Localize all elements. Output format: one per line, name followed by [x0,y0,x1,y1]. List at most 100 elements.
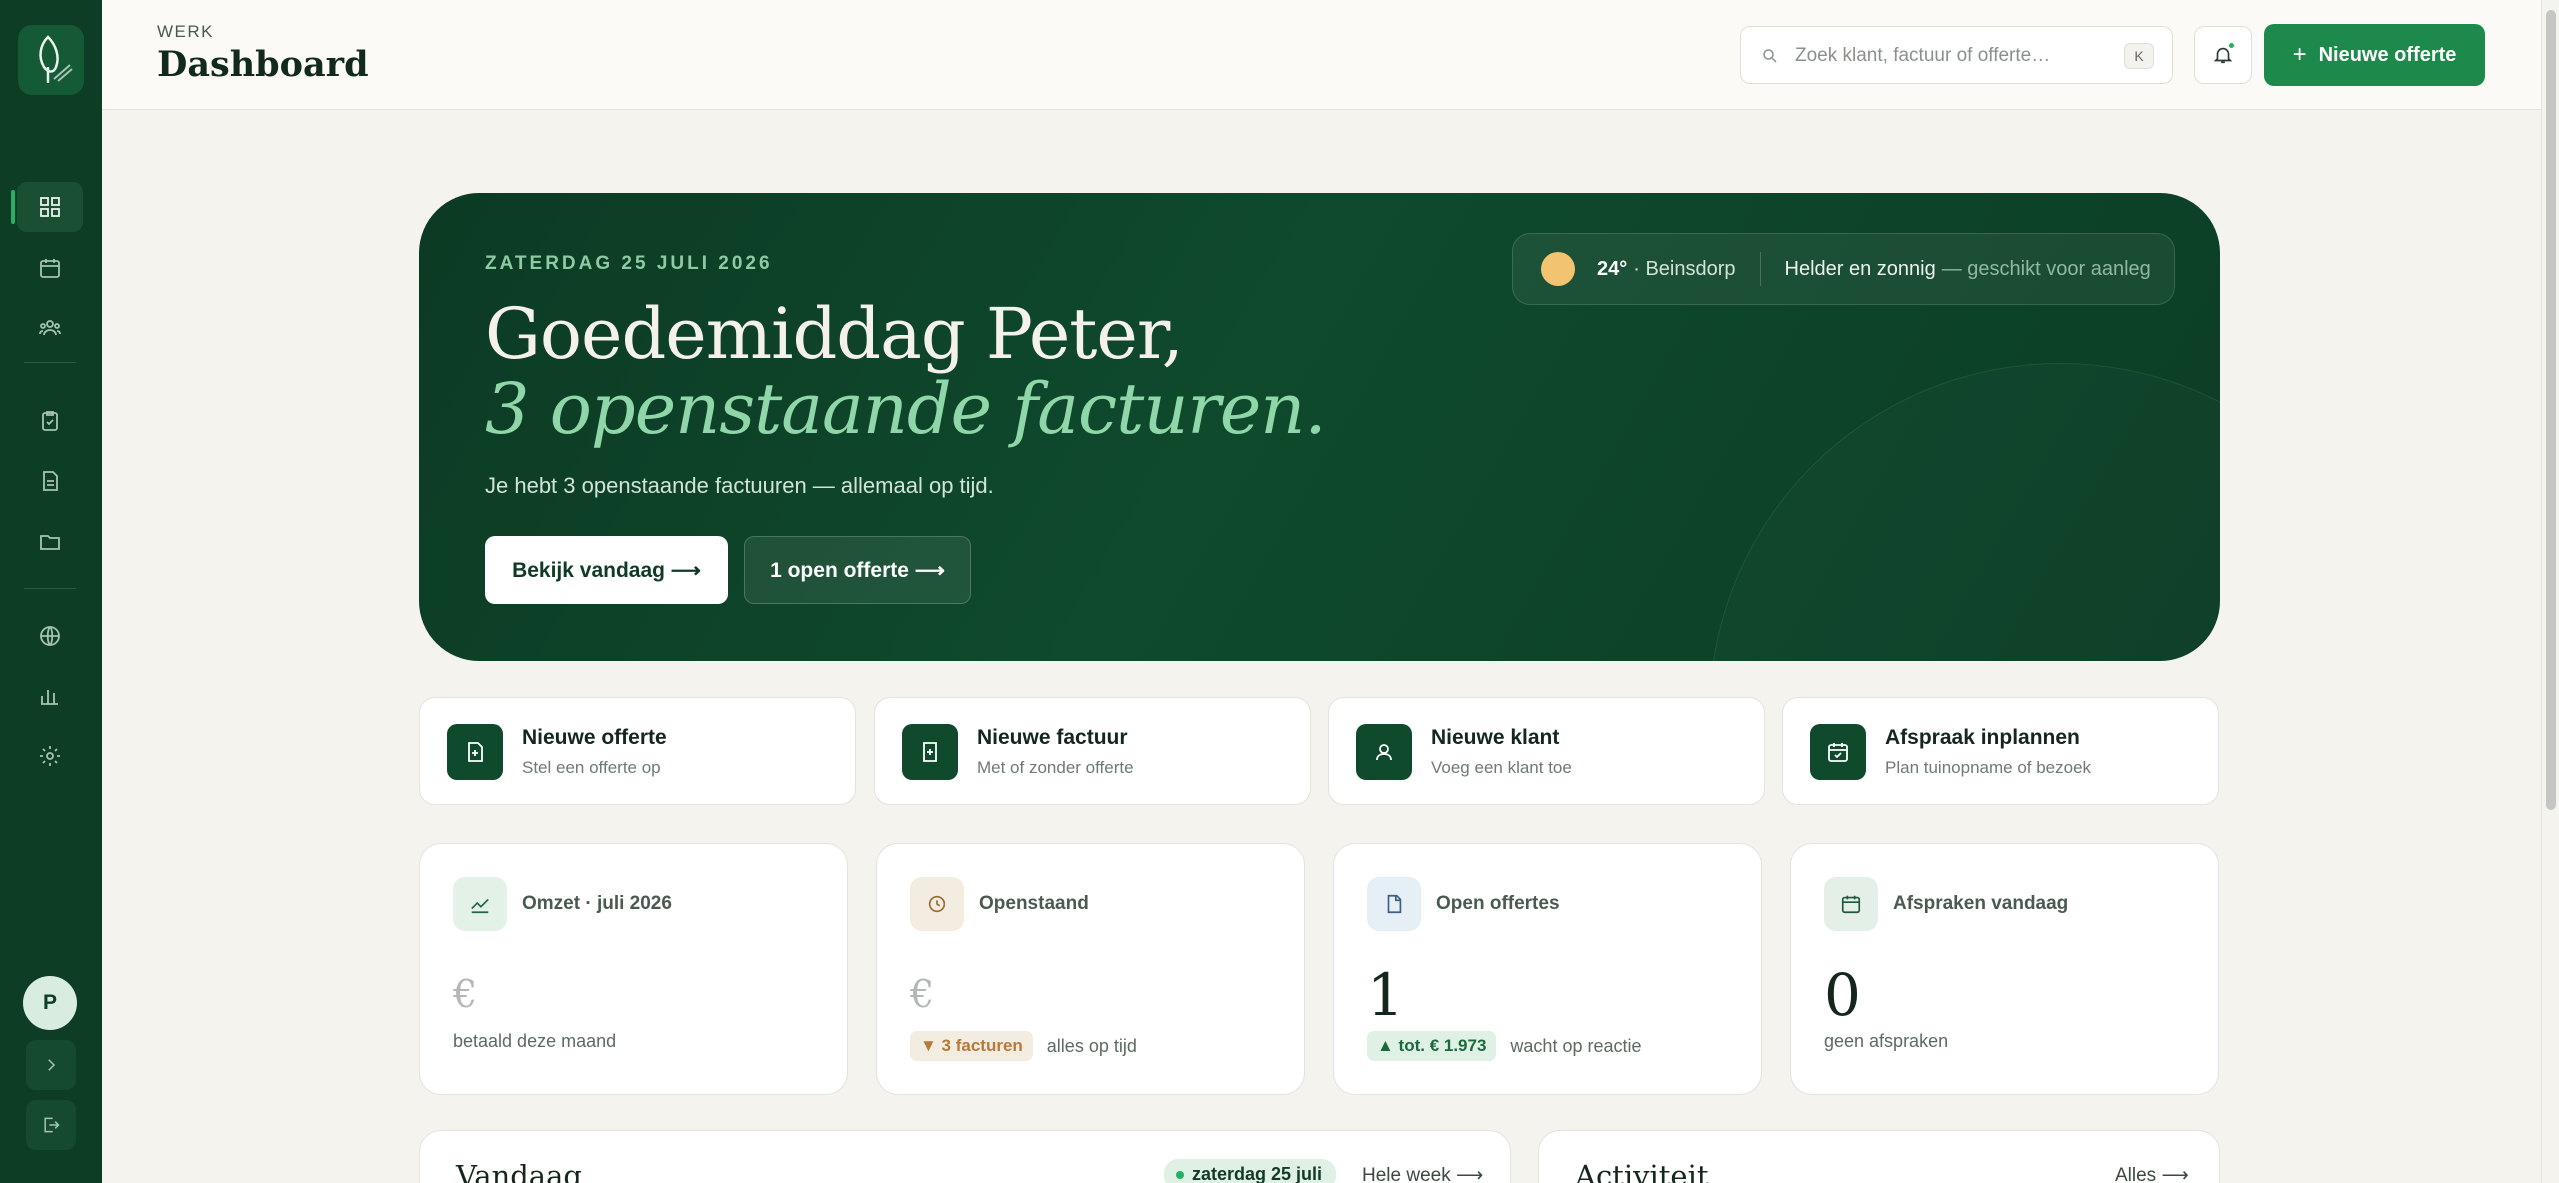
quick-action-title: Nieuwe offerte [522,726,667,749]
sidebar-item-dashboard[interactable] [17,182,83,232]
sidebar-item-offertes[interactable] [17,396,83,446]
stat-card-open-offers[interactable]: Open offertes 1 ▲ tot. € 1.973 wacht op … [1333,843,1762,1095]
sidebar-item-klanten[interactable] [17,303,83,353]
stat-title: Omzet · juli 2026 [522,893,672,914]
topbar: WERK Dashboard Zoek klant, factuur of of… [102,0,2541,110]
quick-action-title: Afspraak inplannen [1885,726,2080,749]
stat-value: € [453,972,478,1016]
quick-action-new-invoice[interactable]: Nieuwe factuur Met of zonder offerte [874,697,1311,805]
panel-title: Vandaag [456,1159,582,1183]
stat-card-appointments[interactable]: Afspraken vandaag 0 geen afspraken [1790,843,2219,1095]
weather-widget: 24° · Beinsdorp Helder en zonnig — gesch… [1512,233,2175,305]
sidebar-item-bestanden[interactable] [17,517,83,567]
quick-action-new-client[interactable]: Nieuwe klant Voeg een klant toe [1328,697,1765,805]
activity-panel: Activiteit Alles ⟶ [1538,1130,2220,1183]
bar-chart-icon [41,690,58,705]
logo-icon[interactable] [18,25,84,95]
search-shortcut: K [2124,43,2154,69]
weather-divider [1759,252,1761,286]
quick-action-title: Nieuwe factuur [977,726,1128,749]
search-placeholder: Zoek klant, factuur of offerte… [1795,45,2051,66]
hero-banner: ZATERDAG 25 JULI 2026 Goedemiddag Peter,… [419,193,2220,661]
quick-action-new-offer[interactable]: Nieuwe offerte Stel een offerte op [419,697,856,805]
hero-greeting: Goedemiddag Peter, [485,293,1184,375]
stat-title: Afspraken vandaag [1893,893,2069,914]
notification-dot [2227,41,2236,50]
sidebar: P [0,0,102,1183]
notifications-button[interactable] [2194,26,2252,84]
stat-title: Openstaand [979,893,1089,914]
quick-action-subtitle: Met of zonder offerte [977,758,1134,777]
user-icon [1356,724,1412,780]
sidebar-item-website[interactable] [17,611,83,661]
stat-value: 1 [1367,961,1404,1029]
weather-condition: Helder en zonnig [1784,257,1936,280]
calendar-icon [40,259,60,278]
sidebar-divider [24,362,76,363]
clipboard-icon [42,411,58,431]
invoice-plus-icon [902,724,958,780]
sidebar-divider [24,588,76,589]
plus-icon: + [2292,41,2307,68]
weather-note: — geschikt voor aanleg [1941,257,2151,280]
sidebar-item-instellingen[interactable] [17,731,83,781]
quick-action-title: Nieuwe klant [1431,726,1560,749]
gear-icon [40,746,60,766]
panel-title: Activiteit [1575,1159,1709,1183]
all-activity-link[interactable]: Alles ⟶ [2115,1164,2189,1183]
quick-action-subtitle: Voeg een klant toe [1431,758,1572,777]
trend-icon [453,877,507,931]
scrollbar[interactable] [2541,0,2559,1183]
stat-footer: wacht op reactie [1510,1035,1642,1056]
weather-temp: 24° [1597,257,1628,280]
breadcrumb: WERK [157,22,214,41]
sidebar-item-rapporten[interactable] [17,671,83,721]
today-panel: Vandaag zaterdag 25 juli Hele week ⟶ [419,1130,1511,1183]
hero-date: ZATERDAG 25 JULI 2026 [485,253,773,274]
new-offer-label: Nieuwe offerte [2318,43,2457,66]
grid-icon [40,197,60,217]
weather-location: · Beinsdorp [1633,257,1736,280]
sidebar-item-agenda[interactable] [17,243,83,293]
sun-icon [1541,252,1575,286]
globe-icon [40,626,60,646]
hero-subtitle: Je hebt 3 openstaande factuuren — allema… [485,473,994,498]
sidebar-item-facturen[interactable] [17,456,83,506]
scroll-thumb[interactable] [2546,10,2556,810]
document-icon [1367,877,1421,931]
view-today-button[interactable]: Bekijk vandaag ⟶ [485,536,728,604]
avatar[interactable]: P [23,976,77,1030]
logout-icon [44,1117,60,1133]
quick-action-subtitle: Stel een offerte op [522,758,661,777]
clock-icon [910,877,964,931]
quick-action-schedule[interactable]: Afspraak inplannen Plan tuinopname of be… [1782,697,2219,805]
stat-value: 0 [1824,961,1861,1029]
stat-footer: alles op tijd [1046,1035,1137,1056]
new-offer-button[interactable]: + Nieuwe offerte [2264,24,2485,86]
stat-card-revenue[interactable]: Omzet · juli 2026 € betaald deze maand [419,843,848,1095]
document-icon [43,471,58,491]
users-icon [39,320,61,336]
page-title: Dashboard [157,44,369,85]
full-week-link[interactable]: Hele week ⟶ [1362,1164,1483,1183]
calendar-icon [1824,877,1878,931]
status-badge: ▲ tot. € 1.973 [1367,1031,1497,1061]
calendar-check-icon [1810,724,1866,780]
date-badge: zaterdag 25 juli [1164,1159,1337,1183]
open-offer-button[interactable]: 1 open offerte ⟶ [744,536,971,604]
search-input[interactable]: Zoek klant, factuur of offerte… K [1740,26,2173,84]
stat-value: € [910,972,935,1016]
quick-action-subtitle: Plan tuinopname of bezoek [1885,758,2092,777]
document-plus-icon [447,724,503,780]
status-badge: ▼ 3 facturen [910,1031,1033,1061]
hero-highlight: 3 openstaande facturen. [485,368,1327,450]
stat-footer: geen afspraken [1824,1031,1949,1051]
chevron-right-icon [48,1059,56,1071]
folder-icon [40,535,60,550]
stat-footer: betaald deze maand [453,1031,617,1051]
search-icon [1763,49,1777,63]
logout-button[interactable] [26,1100,76,1150]
stat-card-outstanding[interactable]: Openstaand € ▼ 3 facturen alles op tijd [876,843,1305,1095]
expand-sidebar-button[interactable] [26,1040,76,1090]
active-indicator [11,190,15,224]
